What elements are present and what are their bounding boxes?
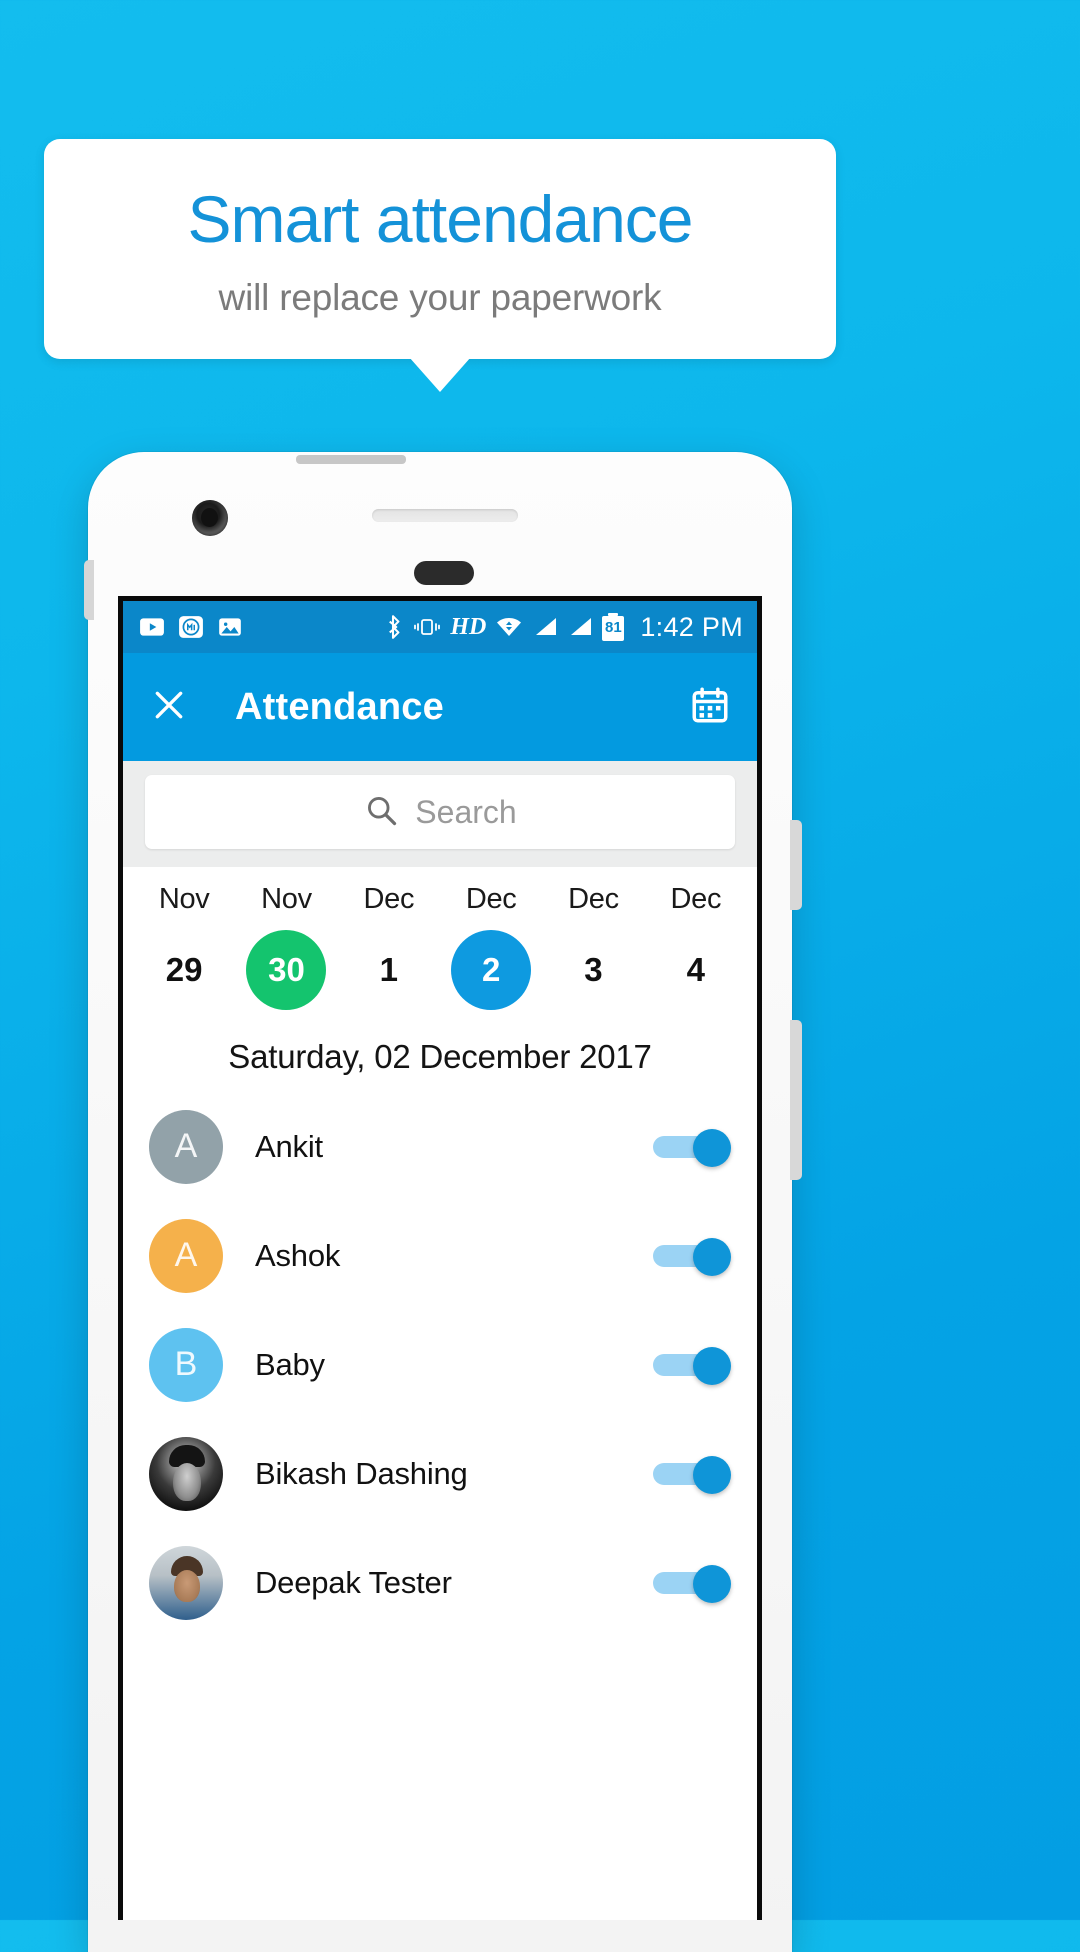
date-cell-month: Dec [568, 883, 619, 915]
avatar: A [149, 1109, 223, 1184]
avatar-initial: A [174, 1127, 198, 1165]
avatar-initial: A [174, 1236, 198, 1274]
close-icon[interactable] [149, 685, 189, 730]
app-bar: Attendance [123, 653, 757, 761]
promo-callout: Smart attendance will replace your paper… [44, 139, 836, 359]
date-cell-day: 29 [165, 951, 203, 988]
date-cell-1[interactable]: Nov 30 [235, 883, 337, 1010]
date-cell-5[interactable]: Dec 4 [645, 883, 747, 1010]
proximity-sensor [414, 561, 474, 585]
table-row[interactable]: Bikash Dashing [123, 1419, 757, 1528]
phone-power-button [790, 820, 802, 910]
attendee-name: Ashok [255, 1237, 341, 1273]
status-bar-clock: 1:42 PM [640, 611, 743, 642]
table-row[interactable]: B Baby [123, 1310, 757, 1419]
date-cell-month: Nov [158, 883, 210, 915]
attendee-name: Deepak Tester [255, 1564, 452, 1600]
toggle-thumb [693, 1564, 731, 1603]
date-cell-4[interactable]: Dec 3 [542, 883, 644, 1010]
attendee-list: A Ankit A Ashok B Baby Bikash Dashing De… [123, 1092, 757, 1637]
phone-screen: HD 81 1:42 PM Attendance Search Nov 29 N… [118, 596, 762, 1920]
date-cell-0[interactable]: Nov 29 [133, 883, 235, 1010]
date-cell-day: 1 [379, 951, 398, 988]
avatar-photo [149, 1436, 223, 1511]
date-cell-3[interactable]: Dec 2 [440, 883, 542, 1010]
signal-2-icon [571, 618, 592, 635]
date-cell-month: Dec [670, 883, 722, 915]
vibrate-icon [414, 619, 441, 635]
status-bar-system-icons: HD 81 1:42 PM [382, 612, 743, 643]
battery-level: 81 [605, 619, 622, 636]
table-row[interactable]: A Ankit [123, 1092, 757, 1201]
status-bar-notifications [139, 614, 243, 640]
date-cell-day: 4 [686, 951, 705, 988]
date-strip: Nov 29 Nov 30 Dec 1 Dec 2 Dec 3 Dec 4 [123, 867, 757, 1016]
mi-circle-icon [179, 616, 203, 638]
date-cell-2[interactable]: Dec 1 [338, 883, 440, 1010]
table-row[interactable]: A Ashok [123, 1201, 757, 1310]
search-icon [363, 792, 399, 833]
calendar-icon[interactable] [689, 684, 731, 731]
attendance-toggle[interactable] [653, 1128, 731, 1167]
attendance-toggle[interactable] [653, 1346, 731, 1385]
avatar-initial: B [174, 1345, 198, 1383]
search-placeholder: Search [415, 793, 517, 830]
hd-icon: HD [450, 613, 487, 640]
attendee-name: Baby [255, 1346, 325, 1382]
avatar-photo [149, 1545, 223, 1620]
avatar: B [149, 1327, 223, 1402]
front-camera-icon [192, 500, 228, 536]
attendee-name: Ankit [255, 1128, 323, 1164]
earpiece-speaker [372, 509, 518, 522]
date-cell-day-today: 30 [246, 930, 327, 1010]
phone-top-notch [296, 455, 406, 464]
toggle-thumb [693, 1346, 731, 1385]
date-cell-day-selected: 2 [451, 930, 532, 1010]
wifi-icon [497, 618, 522, 636]
promo-title: Smart attendance [187, 182, 694, 257]
page-title: Attendance [235, 685, 444, 728]
table-row[interactable]: Deepak Tester [123, 1528, 757, 1637]
phone-volume-button [790, 1020, 802, 1180]
status-bar: HD 81 1:42 PM [123, 601, 757, 653]
battery-icon: 81 [602, 613, 625, 641]
toggle-thumb [693, 1128, 731, 1167]
attendance-toggle[interactable] [653, 1564, 731, 1603]
phone-left-button [84, 560, 94, 620]
toggle-thumb [693, 1237, 731, 1276]
promo-callout-tail [409, 357, 471, 392]
attendance-toggle[interactable] [653, 1237, 731, 1276]
date-cell-month: Nov [261, 883, 312, 915]
attendee-name: Bikash Dashing [255, 1455, 468, 1491]
date-cell-day: 3 [584, 951, 603, 988]
gallery-image-icon [219, 618, 241, 636]
date-cell-month: Dec [465, 883, 517, 915]
search-bar-container: Search [123, 761, 757, 867]
avatar: A [149, 1218, 223, 1293]
promo-subtitle: will replace your paperwork [218, 276, 662, 318]
selected-date-label: Saturday, 02 December 2017 [123, 1016, 757, 1092]
signal-1-icon [536, 618, 557, 635]
toggle-thumb [693, 1455, 731, 1494]
attendance-toggle[interactable] [653, 1455, 731, 1494]
youtube-play-icon [140, 618, 164, 636]
bluetooth-icon [389, 615, 400, 639]
search-input[interactable]: Search [145, 775, 735, 849]
date-cell-month: Dec [363, 883, 415, 915]
